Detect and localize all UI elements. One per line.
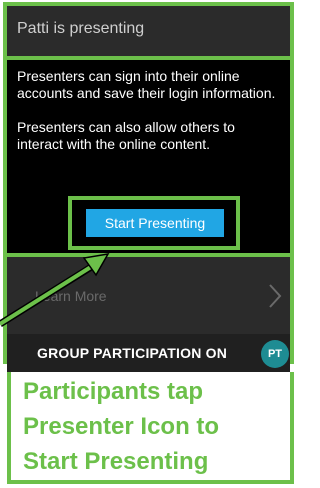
caption-line-3: Start Presenting: [23, 448, 209, 475]
group-participation-label: GROUP PARTICIPATION ON: [37, 345, 228, 361]
presenting-screen: Patti is presenting Presenters can sign …: [0, 0, 302, 488]
annotation-caption: Participants tap Presenter Icon to Start…: [23, 374, 219, 479]
chevron-right-icon: [269, 284, 282, 308]
start-presenting-highlight: Start Presenting: [68, 196, 240, 250]
caption-line-1: Participants tap: [23, 378, 204, 405]
presenter-avatar[interactable]: PT: [261, 340, 289, 368]
learn-more-label: Learn More: [35, 288, 107, 304]
presenter-status-title: Patti is presenting: [17, 20, 145, 37]
start-presenting-button[interactable]: Start Presenting: [86, 209, 224, 237]
annotation-caption-box: Participants tap Presenter Icon to Start…: [7, 372, 294, 484]
info-paragraph-2: Presenters can also allow others to inte…: [17, 119, 235, 152]
info-paragraph-1: Presenters can sign into their online ac…: [17, 68, 276, 101]
learn-more-link[interactable]: Learn More: [7, 278, 290, 314]
group-participation-bar: GROUP PARTICIPATION ON PT: [7, 334, 290, 372]
caption-line-2: Presenter Icon to: [23, 413, 220, 440]
